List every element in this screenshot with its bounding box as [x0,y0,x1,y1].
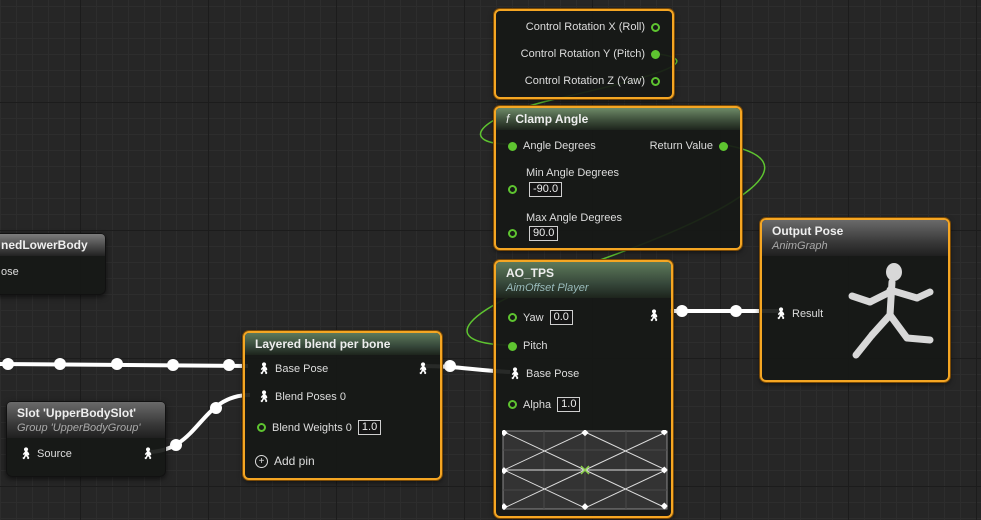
node-subtitle: AnimGraph [772,240,828,252]
node-header: f Clamp Angle [496,108,740,130]
base-pose-pin[interactable]: 🚶︎ Base Pose [257,363,328,375]
node-header: Output Pose AnimGraph [762,220,948,256]
node-title: AO_TPS [506,266,555,280]
control-rotation-node[interactable]: Control Rotation X (Roll) Control Rotati… [494,9,674,99]
node-header: AO_TPS AimOffset Player [496,262,671,298]
running-mannequin-icon [848,263,934,359]
blend-weights-input[interactable]: 1.0 [357,420,382,435]
pin-label: Base Pose [275,363,329,375]
pin-label: Angle Degrees [523,140,596,152]
blend-weights-pin[interactable]: Blend Weights 0 1.0 [257,420,382,435]
node-header: Layered blend per bone [245,333,440,355]
max-angle-pin[interactable]: 90.0 [508,226,559,241]
pin-label: Control Rotation Z (Yaw) [524,75,645,87]
pose-output-pin[interactable]: 🚶︎ [141,448,155,460]
node-header: Slot 'UpperBodySlot' Group 'UpperBodyGro… [7,402,165,438]
node-title: Layered blend per bone [255,337,391,351]
person-figure-icon[interactable]: 🚶︎ [508,368,522,380]
pin-label: Pitch [523,340,548,352]
yaw-pin[interactable]: Yaw 0.0 [508,310,573,325]
float-pin-icon[interactable] [508,185,517,194]
pose-output-pin[interactable]: 🚶︎ [416,363,430,375]
slot-node[interactable]: Slot 'UpperBodySlot' Group 'UpperBodyGro… [6,401,166,477]
float-pin-icon[interactable] [719,141,728,151]
pin-label: Yaw [523,311,544,324]
pin-label: Control Rotation Y (Pitch) [520,48,645,60]
float-pin-icon[interactable] [508,313,517,322]
pose-pin[interactable]: ose [1,266,19,278]
float-pin-icon[interactable] [651,22,660,32]
control-rotation-x-pin[interactable]: Control Rotation X (Roll) [526,21,660,33]
float-pin-icon[interactable] [508,141,517,151]
pin-label: Blend Poses 0 [275,391,346,403]
min-angle-pin[interactable]: -90.0 [508,182,563,197]
max-angle-input[interactable]: 90.0 [529,226,559,241]
person-figure-icon[interactable]: 🚶︎ [19,448,33,460]
float-pin-icon[interactable] [651,49,660,59]
output-pose-node[interactable]: Output Pose AnimGraph 🚶︎ Result [760,218,950,382]
min-angle-label: Min Angle Degrees [526,167,619,179]
person-figure-icon[interactable]: 🚶︎ [257,391,271,403]
node-subtitle: Group 'UpperBodyGroup' [17,422,141,434]
lower-body-node[interactable]: nedLowerBody ose [0,233,106,295]
blendspace-preview[interactable] [502,430,668,510]
source-pin[interactable]: 🚶︎ Source [19,448,72,460]
pose-output-pin[interactable]: 🚶︎ [647,310,661,322]
float-pin-icon[interactable] [508,229,517,238]
ao-tps-node[interactable]: AO_TPS AimOffset Player Yaw 0.0 🚶︎ Pitch… [494,260,673,518]
pin-label: Min Angle Degrees [526,167,619,179]
float-pin-icon[interactable] [508,341,517,351]
pin-label: Result [792,308,824,320]
node-title: Clamp Angle [515,112,589,126]
alpha-input[interactable]: 1.0 [557,397,581,412]
node-subtitle: AimOffset Player [506,282,589,294]
person-figure-icon[interactable]: 🚶︎ [647,310,661,322]
node-header: nedLowerBody [0,234,105,256]
person-figure-icon[interactable]: 🚶︎ [416,363,430,375]
control-rotation-z-pin[interactable]: Control Rotation Z (Yaw) [525,75,660,87]
person-figure-icon[interactable]: 🚶︎ [257,363,271,375]
node-title: Output Pose [772,224,844,238]
pin-label: Control Rotation X (Roll) [525,21,645,33]
person-figure-icon[interactable]: 🚶︎ [141,448,155,460]
pin-label: Max Angle Degrees [526,212,622,224]
angle-degrees-pin[interactable]: Angle Degrees [508,140,596,152]
layered-blend-node[interactable]: Layered blend per bone 🚶︎ Base Pose 🚶︎ 🚶… [243,331,442,480]
return-value-pin[interactable]: Return Value [650,140,728,152]
blend-poses-pin[interactable]: 🚶︎ Blend Poses 0 [257,391,346,403]
min-angle-input[interactable]: -90.0 [529,182,563,197]
add-pin-label: Add pin [274,454,315,468]
control-rotation-y-pin[interactable]: Control Rotation Y (Pitch) [521,48,660,60]
add-pin-button[interactable]: + Add pin [255,454,315,468]
clamp-angle-node[interactable]: f Clamp Angle Angle Degrees Return Value … [494,106,742,250]
person-figure-icon[interactable]: 🚶︎ [774,308,788,320]
pin-label: Base Pose [526,368,580,380]
alpha-pin[interactable]: Alpha 1.0 [508,397,581,412]
pin-label: ose [1,266,19,278]
node-title: nedLowerBody [1,238,88,252]
pin-label: Blend Weights 0 [272,421,352,434]
result-pin[interactable]: 🚶︎ Result [774,308,823,320]
pitch-pin[interactable]: Pitch [508,340,547,352]
pin-label: Alpha [523,398,552,411]
base-pose-pin[interactable]: 🚶︎ Base Pose [508,368,579,380]
yaw-input[interactable]: 0.0 [549,310,573,325]
pin-label: Source [37,448,72,460]
pin-label: Return Value [649,140,713,152]
function-icon: f [506,112,510,126]
float-pin-icon[interactable] [257,423,266,432]
node-title: Slot 'UpperBodySlot' [17,406,137,420]
float-pin-icon[interactable] [651,76,660,86]
max-angle-label: Max Angle Degrees [526,212,622,224]
float-pin-icon[interactable] [508,400,517,409]
plus-circle-icon: + [255,454,268,468]
